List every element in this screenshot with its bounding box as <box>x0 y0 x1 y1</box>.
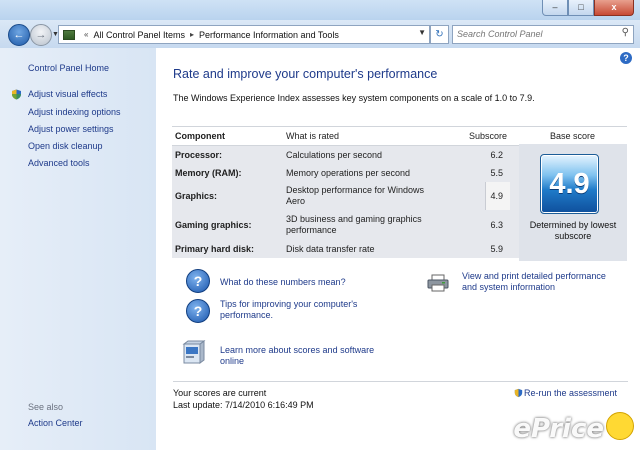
component-label: Gaming graphics: <box>175 220 252 230</box>
header-base-score: Base score <box>549 131 595 141</box>
page-description: The Windows Experience Index assesses ke… <box>173 93 535 103</box>
rated-description: Disk data transfer rate <box>286 244 375 254</box>
control-panel-icon <box>63 29 75 40</box>
sidebar-item-power-settings[interactable]: Adjust power settings <box>28 124 114 134</box>
last-update: Last update: 7/14/2010 6:16:49 PM <box>173 400 314 410</box>
watermark-smiley-icon <box>606 412 634 440</box>
sidebar-home-link[interactable]: Control Panel Home <box>28 63 109 73</box>
sidebar-item-indexing-options[interactable]: Adjust indexing options <box>28 107 121 117</box>
search-box[interactable]: ⚲ <box>452 25 634 44</box>
sidebar-item-visual-effects[interactable]: Adjust visual effects <box>28 89 107 99</box>
subscore-value: 6.3 <box>490 220 503 230</box>
print-details-link[interactable]: View and print detailed performance and … <box>462 271 622 293</box>
rated-description: Desktop performance for Windows Aero <box>286 185 425 206</box>
breadcrumb-overflow-icon[interactable]: « <box>84 30 88 39</box>
rated-description: 3D business and gaming graphics performa… <box>286 214 422 235</box>
breadcrumb-separator-icon[interactable]: ▸ <box>190 30 194 39</box>
shield-icon <box>514 388 523 398</box>
printer-icon <box>427 274 449 292</box>
shield-icon <box>12 89 21 100</box>
sidebar-item-action-center[interactable]: Action Center <box>28 418 83 428</box>
score-table: Component What is rated Subscore Base sc… <box>172 126 627 261</box>
back-button[interactable]: ← <box>8 24 30 46</box>
scores-status: Your scores are current <box>173 388 267 398</box>
header-subscore: Subscore <box>468 131 507 141</box>
address-bar[interactable]: « All Control Panel Items ▸ Performance … <box>58 25 430 44</box>
minimize-button[interactable]: – <box>542 0 568 16</box>
rerun-assessment-link[interactable]: Re-run the assessment <box>524 388 617 398</box>
learn-more-link[interactable]: Learn more about scores and software onl… <box>220 345 390 367</box>
search-input[interactable] <box>453 26 616 41</box>
base-score-caption: Determined by lowest subscore <box>529 220 617 241</box>
subscore-value: 6.2 <box>490 150 503 160</box>
refresh-button[interactable]: ↻ <box>430 25 449 44</box>
close-button[interactable]: x <box>594 0 634 16</box>
see-also-heading: See also <box>28 402 64 412</box>
subscore-value: 5.9 <box>490 244 503 254</box>
subscore-value: 5.5 <box>490 168 503 178</box>
table-header: Component What is rated Subscore Base sc… <box>172 126 627 146</box>
sidebar-item-disk-cleanup[interactable]: Open disk cleanup <box>28 141 103 151</box>
tips-link[interactable]: Tips for improving your computer's perfo… <box>220 299 380 321</box>
help-icon[interactable]: ? <box>620 52 632 64</box>
header-component: Component <box>175 131 225 141</box>
main-content: ? Rate and improve your computer's perfo… <box>156 48 640 450</box>
forward-button[interactable]: → <box>30 24 52 46</box>
question-icon: ? <box>186 269 210 293</box>
breadcrumb-current[interactable]: Performance Information and Tools <box>199 30 339 40</box>
window-controls: – □ x <box>542 0 634 16</box>
subscore-value: 4.9 <box>490 191 503 201</box>
title-bar: – □ x <box>0 0 640 20</box>
navigation-bar: ← → ▼ « All Control Panel Items ▸ Perfor… <box>0 20 640 48</box>
component-label: Memory (RAM): <box>175 168 242 178</box>
header-what-is-rated: What is rated <box>286 131 340 141</box>
rated-description: Calculations per second <box>286 150 383 160</box>
maximize-button[interactable]: □ <box>568 0 594 16</box>
software-box-icon <box>182 340 206 364</box>
search-icon[interactable]: ⚲ <box>622 27 629 38</box>
footer-divider <box>173 381 628 382</box>
sidebar-item-advanced-tools[interactable]: Advanced tools <box>28 158 90 168</box>
watermark-logo: ePrice <box>513 414 604 444</box>
breadcrumb-all-items[interactable]: All Control Panel Items <box>93 30 185 40</box>
sidebar: Control Panel Home Adjust visual effects… <box>0 48 156 450</box>
question-icon: ? <box>186 299 210 323</box>
base-score-panel: 4.9 Determined by lowest subscore <box>519 144 627 261</box>
page-title: Rate and improve your computer's perform… <box>173 67 438 81</box>
address-dropdown-icon[interactable]: ▼ <box>418 28 426 37</box>
component-label: Primary hard disk: <box>175 244 255 254</box>
base-score-badge: 4.9 <box>540 154 599 214</box>
numbers-meaning-link[interactable]: What do these numbers mean? <box>220 277 346 288</box>
rated-description: Memory operations per second <box>286 168 411 178</box>
component-label: Graphics: <box>175 191 218 201</box>
component-label: Processor: <box>175 150 223 160</box>
